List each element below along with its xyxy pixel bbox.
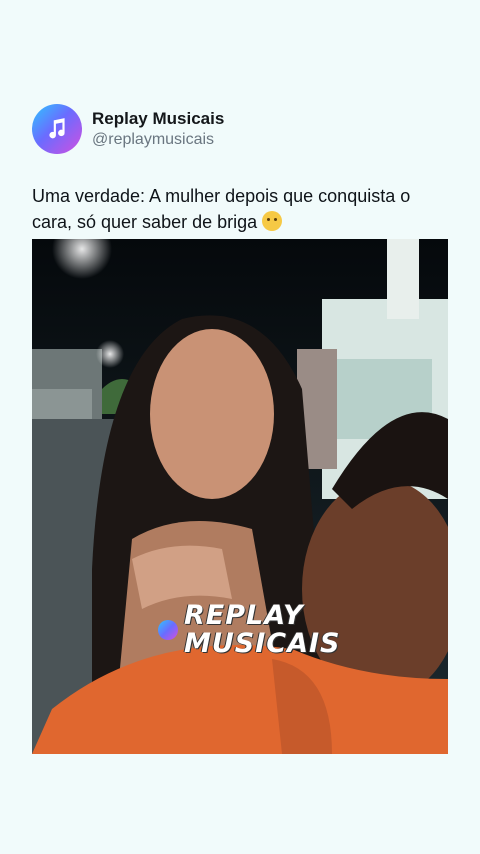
post-header: Replay Musicais @replaymusicais [32,104,224,154]
music-note-icon [158,620,178,640]
post-body: Uma verdade: A mulher depois que conquis… [32,186,411,232]
author-info: Replay Musicais @replaymusicais [92,109,224,149]
account-handle[interactable]: @replaymusicais [92,131,224,149]
video-frame [32,239,448,754]
music-note-icon [49,118,65,139]
display-name[interactable]: Replay Musicais [92,109,224,129]
post-text: Uma verdade: A mulher depois que conquis… [32,183,452,235]
post-video[interactable]: REPLAY MUSICAIS [32,239,448,754]
watermark-line1: REPLAY [184,600,304,631]
watermark-line2: MUSICAIS [184,628,341,659]
crying-face-emoji-icon [262,211,283,231]
watermark: REPLAY MUSICAIS [158,602,341,658]
avatar[interactable] [32,104,82,154]
watermark-text: REPLAY MUSICAIS [184,602,341,658]
post-screen: Replay Musicais @replaymusicais Uma verd… [0,0,480,854]
